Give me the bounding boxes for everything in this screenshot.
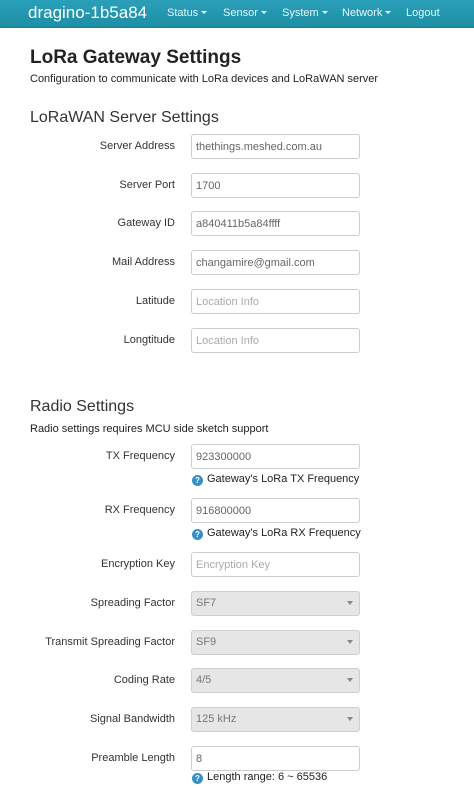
preamble-length-help: ? Length range: 6 ~ 65536 xyxy=(192,771,327,784)
caret-down-icon xyxy=(201,11,208,14)
tx-frequency-input[interactable] xyxy=(191,444,360,469)
question-circle-icon: ? xyxy=(192,773,203,784)
gateway-id-input[interactable] xyxy=(191,211,360,236)
signal-bandwidth-value: 125 kHz xyxy=(196,713,237,725)
preamble-length-row: Preamble Length ? Length range: 6 ~ 65536 xyxy=(0,746,474,784)
signal-bandwidth-select[interactable]: 125 kHz xyxy=(191,707,360,732)
page-title: LoRa Gateway Settings xyxy=(30,47,242,68)
rx-frequency-help: ? Gateway's LoRa RX Frequency xyxy=(192,527,361,540)
caret-down-icon xyxy=(321,11,328,14)
top-navbar: dragino-1b5a84 Status Sensor System Netw… xyxy=(0,0,474,28)
lorawan-section-title: LoRaWAN Server Settings xyxy=(30,109,219,126)
transmit-spreading-factor-label: Transmit Spreading Factor xyxy=(45,636,175,648)
caret-down-icon xyxy=(385,11,392,14)
chevron-down-icon xyxy=(347,640,353,644)
caret-down-icon xyxy=(260,11,267,14)
mail-address-label: Mail Address xyxy=(112,256,175,268)
nav-sensor-label: Sensor xyxy=(223,7,258,19)
longtitude-row: Longtitude xyxy=(0,328,474,353)
mail-address-input[interactable] xyxy=(191,250,360,275)
latitude-row: Latitude xyxy=(0,289,474,314)
server-port-label: Server Port xyxy=(119,179,175,191)
gateway-id-row: Gateway ID xyxy=(0,211,474,236)
nav-network-label: Network xyxy=(342,7,383,19)
brand-hostname[interactable]: dragino-1b5a84 xyxy=(28,3,147,23)
radio-section-description: Radio settings requires MCU side sketch … xyxy=(30,423,269,435)
page-description: Configuration to communicate with LoRa d… xyxy=(30,73,379,85)
spreading-factor-label: Spreading Factor xyxy=(90,597,175,609)
signal-bandwidth-row: Signal Bandwidth 125 kHz xyxy=(0,707,474,732)
encryption-key-input[interactable] xyxy=(191,552,360,577)
mail-address-row: Mail Address xyxy=(0,250,474,275)
nav-system-label: System xyxy=(282,7,319,19)
spreading-factor-value: SF7 xyxy=(196,597,217,609)
nav-status-menu[interactable]: Status xyxy=(167,7,208,19)
coding-rate-row: Coding Rate 4/5 xyxy=(0,668,474,693)
question-circle-icon: ? xyxy=(192,475,203,486)
preamble-length-label: Preamble Length xyxy=(91,752,175,764)
server-address-row: Server Address xyxy=(0,134,474,159)
nav-status-label: Status xyxy=(167,7,199,19)
longtitude-label: Longtitude xyxy=(123,334,175,346)
chevron-down-icon xyxy=(347,678,353,682)
encryption-key-row: Encryption Key xyxy=(0,552,474,577)
tx-frequency-help-text: Gateway's LoRa TX Frequency xyxy=(207,473,360,485)
gateway-id-label: Gateway ID xyxy=(117,217,175,229)
rx-frequency-label: RX Frequency xyxy=(104,504,175,516)
question-circle-icon: ? xyxy=(192,529,203,540)
transmit-spreading-factor-value: SF9 xyxy=(196,636,217,648)
nav-network-menu[interactable]: Network xyxy=(342,7,392,19)
coding-rate-label: Coding Rate xyxy=(113,674,175,686)
rx-frequency-row: RX Frequency ? Gateway's LoRa RX Frequenc… xyxy=(0,498,474,540)
rx-frequency-input[interactable] xyxy=(191,498,360,523)
latitude-label: Latitude xyxy=(135,295,175,307)
nav-sensor-menu[interactable]: Sensor xyxy=(223,7,267,19)
server-port-input[interactable] xyxy=(191,173,360,198)
server-address-input[interactable] xyxy=(191,134,360,159)
coding-rate-select[interactable]: 4/5 xyxy=(191,668,360,693)
tx-frequency-label: TX Frequency xyxy=(105,450,175,462)
transmit-spreading-factor-row: Transmit Spreading Factor SF9 xyxy=(0,630,474,655)
tx-frequency-help: ? Gateway's LoRa TX Frequency xyxy=(192,473,359,486)
latitude-input[interactable] xyxy=(191,289,360,314)
nav-logout-link[interactable]: Logout xyxy=(406,7,440,19)
preamble-length-help-text: Length range: 6 ~ 65536 xyxy=(207,771,328,783)
signal-bandwidth-label: Signal Bandwidth xyxy=(89,713,175,725)
spreading-factor-row: Spreading Factor SF7 xyxy=(0,591,474,616)
longtitude-input[interactable] xyxy=(191,328,360,353)
server-port-row: Server Port xyxy=(0,173,474,198)
coding-rate-value: 4/5 xyxy=(196,674,212,686)
preamble-length-input[interactable] xyxy=(191,746,360,771)
chevron-down-icon xyxy=(347,717,353,721)
rx-frequency-help-text: Gateway's LoRa RX Frequency xyxy=(207,527,361,539)
tx-frequency-row: TX Frequency ? Gateway's LoRa TX Frequenc… xyxy=(0,444,474,486)
chevron-down-icon xyxy=(347,601,353,605)
transmit-spreading-factor-select[interactable]: SF9 xyxy=(191,630,360,655)
nav-system-menu[interactable]: System xyxy=(282,7,328,19)
server-address-label: Server Address xyxy=(99,140,175,152)
radio-section-title: Radio Settings xyxy=(30,398,135,415)
encryption-key-label: Encryption Key xyxy=(101,558,175,570)
spreading-factor-select[interactable]: SF7 xyxy=(191,591,360,616)
